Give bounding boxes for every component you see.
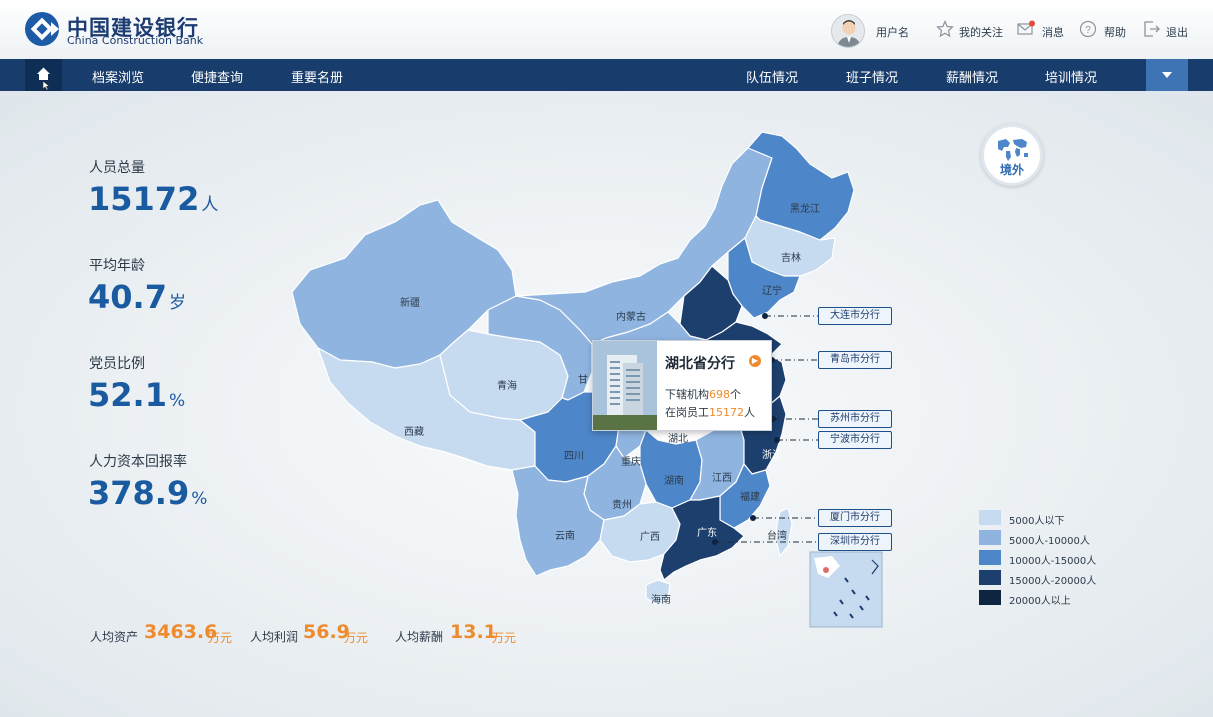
label-chongqing: 重庆 bbox=[621, 455, 641, 468]
brand-name-en: China Construction Bank bbox=[67, 34, 204, 47]
svg-text:?: ? bbox=[1085, 25, 1091, 36]
help-link[interactable]: 帮助 bbox=[1104, 24, 1126, 40]
label-jiangxi: 江西 bbox=[712, 472, 732, 484]
legend-label: 20000人以上 bbox=[1009, 596, 1071, 607]
branch-building-photo bbox=[593, 341, 657, 430]
user-avatar-icon bbox=[837, 20, 861, 47]
branch-box-xiamen[interactable]: 厦门市分行 bbox=[818, 509, 892, 527]
branch-dot-xiamen[interactable] bbox=[750, 515, 756, 521]
chevron-down-icon bbox=[1162, 72, 1172, 78]
building-icon bbox=[593, 341, 657, 430]
nav-dropdown-button[interactable] bbox=[1146, 59, 1188, 91]
province-popup[interactable]: 湖北省分行 ▶ 下辖机构698个 在岗员工15172人 bbox=[592, 340, 772, 431]
label-qinghai: 青海 bbox=[497, 379, 517, 392]
favorites-link[interactable]: 我的关注 bbox=[959, 24, 1003, 40]
ccb-logo-icon[interactable] bbox=[24, 11, 60, 47]
legend-swatch bbox=[979, 570, 1001, 585]
south-china-sea-inset bbox=[809, 551, 883, 628]
overseas-label: 境外 bbox=[999, 163, 1024, 177]
branch-dot-shenzhen[interactable] bbox=[712, 539, 718, 545]
legend-item: 10000人-15000人 bbox=[979, 550, 1109, 567]
home-icon bbox=[37, 67, 50, 91]
dashboard-content: 人员总量 15172 人 平均年龄 40.7 岁 党员比例 52.1% 人力资本回报… bbox=[0, 91, 1213, 717]
label-guangdong: 广东 bbox=[697, 526, 717, 539]
label-xizang: 西藏 bbox=[404, 426, 424, 438]
legend-label: 15000人-20000人 bbox=[1009, 576, 1097, 587]
label-neimenggu: 内蒙古 bbox=[616, 310, 646, 323]
top-bar: 中国建设银行 China Construction Bank 用户名 我的关注 … bbox=[0, 0, 1213, 59]
star-icon[interactable] bbox=[936, 20, 954, 38]
branch-box-ningbo[interactable]: 宁波市分行 bbox=[818, 431, 892, 449]
label-hainan: 海南 bbox=[651, 593, 671, 606]
messages-link[interactable]: 消息 bbox=[1042, 24, 1064, 40]
label-hunan: 湖南 bbox=[664, 474, 684, 487]
avatar[interactable] bbox=[831, 14, 865, 48]
label-liaoning: 辽宁 bbox=[762, 284, 782, 297]
label-zhejiang: 浙江 bbox=[762, 449, 782, 461]
nav-item-quick-query[interactable]: 便捷查询 bbox=[191, 67, 243, 86]
nav-item-team[interactable]: 队伍情况 bbox=[746, 67, 798, 86]
label-jilin: 吉林 bbox=[781, 251, 801, 264]
legend-item: 15000人-20000人 bbox=[979, 570, 1109, 587]
nav-item-salary[interactable]: 薪酬情况 bbox=[946, 67, 998, 86]
label-taiwan: 台湾 bbox=[767, 529, 787, 542]
legend-swatch bbox=[979, 590, 1001, 605]
legend-label: 5000人以下 bbox=[1009, 516, 1065, 527]
legend-swatch bbox=[979, 550, 1001, 565]
branch-box-dalian[interactable]: 大连市分行 bbox=[818, 307, 892, 325]
help-icon[interactable]: ? bbox=[1079, 20, 1097, 38]
branch-box-shenzhen[interactable]: 深圳市分行 bbox=[818, 533, 892, 551]
popup-institutions: 下辖机构698个 bbox=[665, 388, 741, 401]
popup-title: 湖北省分行 bbox=[665, 356, 735, 372]
legend-label: 5000人-10000人 bbox=[1009, 536, 1090, 547]
legend-swatch bbox=[979, 530, 1001, 545]
nav-item-roster[interactable]: 重要名册 bbox=[291, 67, 343, 86]
label-fujian: 福建 bbox=[740, 490, 760, 503]
legend-item: 20000人以上 bbox=[979, 590, 1109, 607]
branch-dot-dalian[interactable] bbox=[762, 313, 768, 319]
legend-swatch bbox=[979, 510, 1001, 525]
logout-icon[interactable] bbox=[1143, 20, 1161, 38]
label-xinjiang: 新疆 bbox=[400, 296, 420, 309]
legend-item: 5000人-10000人 bbox=[979, 530, 1109, 547]
branch-box-qingdao[interactable]: 青岛市分行 bbox=[818, 351, 892, 369]
popup-employees: 在岗员工15172人 bbox=[665, 406, 755, 419]
legend-item: 5000人以下 bbox=[979, 510, 1109, 527]
label-guangxi: 广西 bbox=[640, 531, 660, 543]
label-hubei: 湖北 bbox=[668, 433, 688, 445]
nav-item-leadership[interactable]: 班子情况 bbox=[846, 67, 898, 86]
legend-label: 10000人-15000人 bbox=[1009, 556, 1097, 567]
username-link[interactable]: 用户名 bbox=[876, 24, 909, 40]
chevron-right-icon[interactable]: ▶ bbox=[749, 355, 761, 367]
mail-icon[interactable] bbox=[1017, 20, 1035, 38]
branch-box-suzhou[interactable]: 苏州市分行 bbox=[818, 410, 892, 428]
branch-dot-ningbo[interactable] bbox=[774, 437, 780, 443]
nav-item-training[interactable]: 培训情况 bbox=[1045, 67, 1097, 86]
main-nav: 档案浏览 便捷查询 重要名册 队伍情况 班子情况 薪酬情况 培训情况 bbox=[0, 59, 1213, 91]
label-sichuan: 四川 bbox=[564, 451, 584, 462]
nav-item-archive[interactable]: 档案浏览 bbox=[92, 67, 144, 86]
label-gansu: 甘 bbox=[578, 373, 588, 386]
label-guizhou: 贵州 bbox=[612, 498, 632, 511]
logout-link[interactable]: 退出 bbox=[1166, 24, 1188, 40]
label-yunnan: 云南 bbox=[555, 529, 575, 542]
label-heilongjiang: 黑龙江 bbox=[790, 202, 820, 215]
overseas-button[interactable]: 境外 bbox=[981, 124, 1043, 186]
nav-home-button[interactable] bbox=[25, 59, 62, 91]
